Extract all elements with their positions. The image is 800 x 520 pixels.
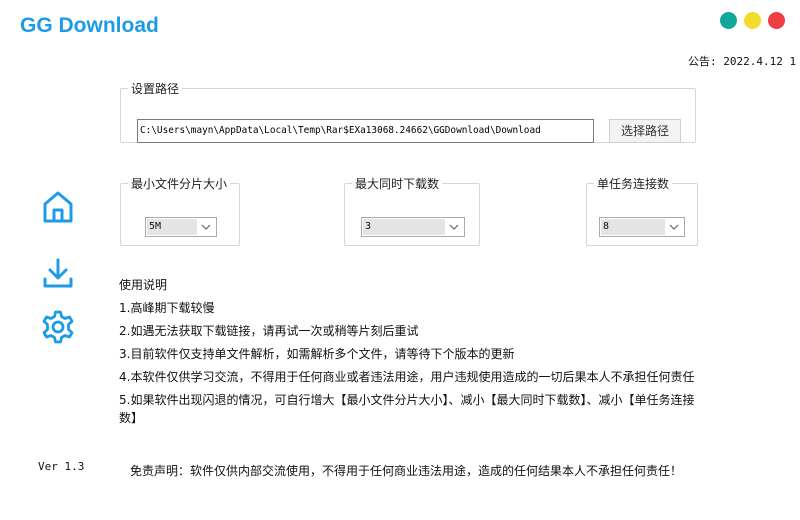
connections-per-task-group: 单任务连接数 8: [586, 175, 698, 246]
max-concurrent-legend: 最大同时下载数: [355, 177, 440, 191]
max-concurrent-group: 最大同时下载数 3: [344, 175, 480, 246]
min-chunk-size-select[interactable]: 5M: [145, 217, 217, 237]
path-group-legend: 设置路径: [131, 82, 180, 96]
home-icon[interactable]: [40, 189, 76, 225]
chevron-down-icon: [669, 224, 679, 230]
min-chunk-size-group: 最小文件分片大小 5M: [120, 175, 240, 246]
connections-per-task-legend: 单任务连接数: [597, 177, 670, 191]
min-chunk-size-legend: 最小文件分片大小: [131, 177, 228, 191]
instruction-item: 3.目前软件仅支持单文件解析，如需解析多个文件，请等待下个版本的更新: [119, 347, 515, 361]
version-label: Ver 1.3: [38, 460, 85, 473]
disclaimer-text: 免责声明：软件仅供内部交流使用，不得用于任何商业违法用途，造成的任何结果本人不承…: [130, 464, 683, 478]
instruction-item: 1.高峰期下载较慢: [119, 301, 215, 315]
notice-text: 公告: 2022.4.12 1: [688, 55, 797, 68]
window-button-close[interactable]: [768, 12, 785, 29]
connections-per-task-value: 8: [601, 219, 665, 235]
chevron-down-icon: [449, 224, 459, 230]
max-concurrent-value: 3: [363, 219, 445, 235]
download-path-input[interactable]: C:\Users\mayn\AppData\Local\Temp\Rar$EXa…: [137, 119, 594, 143]
instruction-item: 4.本软件仅供学习交流，不得用于任何商业或者违法用途，用户违规使用造成的一切后果…: [119, 370, 695, 384]
choose-path-button[interactable]: 选择路径: [609, 119, 681, 143]
instruction-item: 2.如遇无法获取下载链接，请再试一次或稍等片刻后重试: [119, 324, 419, 338]
chevron-down-icon: [201, 224, 211, 230]
connections-per-task-select[interactable]: 8: [599, 217, 685, 237]
instructions-section: 使用说明 1.高峰期下载较慢 2.如遇无法获取下载链接，请再试一次或稍等片刻后重…: [119, 276, 709, 432]
window-button-teal[interactable]: [720, 12, 737, 29]
download-icon[interactable]: [40, 256, 76, 292]
min-chunk-size-value: 5M: [147, 219, 197, 235]
instructions-title: 使用说明: [119, 278, 168, 292]
path-group: 设置路径 C:\Users\mayn\AppData\Local\Temp\Ra…: [120, 80, 696, 143]
app-title: GG Download: [20, 14, 159, 37]
settings-icon[interactable]: [40, 309, 76, 345]
window-button-minimize[interactable]: [744, 12, 761, 29]
max-concurrent-select[interactable]: 3: [361, 217, 465, 237]
instruction-item: 5.如果软件出现闪退的情况，可自行增大【最小文件分片大小】、减小【最大同时下载数…: [119, 393, 695, 425]
